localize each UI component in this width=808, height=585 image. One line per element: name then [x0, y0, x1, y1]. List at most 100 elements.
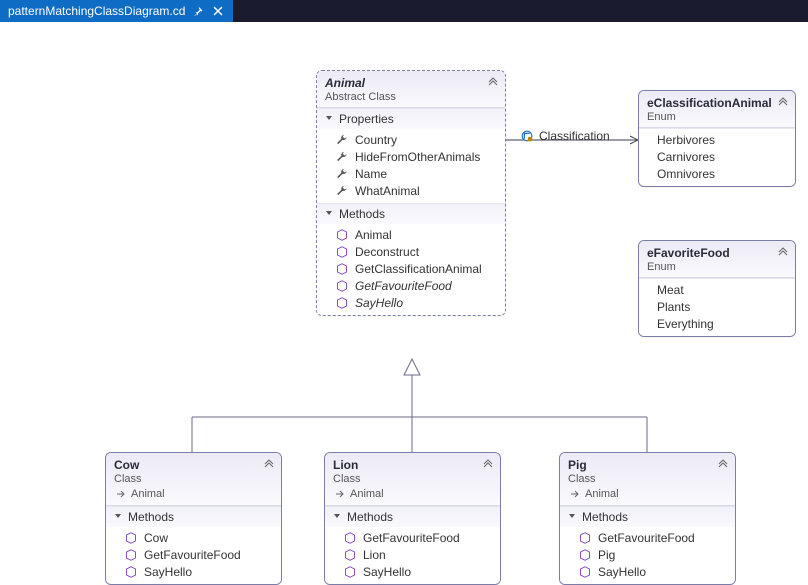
class-header: Animal Abstract Class [317, 71, 505, 108]
inherits-arrow-icon [333, 487, 347, 501]
method-icon [124, 548, 138, 562]
wrench-icon [335, 133, 349, 147]
section-values: Meat Plants Everything [639, 278, 795, 336]
collapse-icon[interactable] [480, 457, 496, 473]
list-item[interactable]: Cow [106, 529, 281, 546]
method-icon [578, 548, 592, 562]
class-subtitle: Enum [647, 261, 787, 273]
inherits-label: Animal [350, 488, 384, 500]
class-header: Lion Class Animal [325, 453, 500, 506]
class-lion[interactable]: Lion Class Animal Methods GetFavouriteFo… [324, 452, 501, 585]
association-text: Classification [539, 129, 610, 143]
list-item[interactable]: Animal [317, 226, 505, 243]
section-header[interactable]: Methods [560, 507, 735, 527]
method-icon [343, 531, 357, 545]
list-item[interactable]: Carnivores [639, 148, 795, 165]
list-item[interactable]: Pig [560, 546, 735, 563]
list-item[interactable]: Country [317, 131, 505, 148]
list-item[interactable]: Omnivores [639, 165, 795, 182]
section-header[interactable]: Methods [106, 507, 281, 527]
enum-eclassificationanimal[interactable]: eClassificationAnimal Enum Herbivores Ca… [638, 90, 796, 187]
class-header: Pig Class Animal [560, 453, 735, 506]
tab-filename: patternMatchingClassDiagram.cd [8, 4, 185, 18]
section-header[interactable]: Methods [325, 507, 500, 527]
class-title: Lion [333, 458, 492, 472]
triangle-down-icon [568, 512, 578, 522]
class-title: Pig [568, 458, 727, 472]
method-icon [335, 245, 349, 259]
method-icon [124, 531, 138, 545]
methods-list: Cow GetFavouriteFood SayHello [106, 527, 281, 584]
pin-icon[interactable] [191, 4, 205, 18]
section-methods: Methods GetFavouriteFood Lion SayHello [325, 506, 500, 584]
collapse-icon[interactable] [775, 245, 791, 261]
wrench-icon [335, 150, 349, 164]
list-item[interactable]: HideFromOtherAnimals [317, 148, 505, 165]
list-item[interactable]: Meat [639, 281, 795, 298]
list-item[interactable]: Lion [325, 546, 500, 563]
inherits-row: Animal [114, 487, 273, 501]
class-header: eClassificationAnimal Enum [639, 91, 795, 128]
collapse-icon[interactable] [261, 457, 277, 473]
inherits-label: Animal [131, 488, 165, 500]
class-cow[interactable]: Cow Class Animal Methods Cow GetFavourit… [105, 452, 282, 585]
list-item[interactable]: GetFavouriteFood [106, 546, 281, 563]
collapse-icon[interactable] [775, 95, 791, 111]
methods-list: GetFavouriteFood Lion SayHello [325, 527, 500, 584]
section-label: Methods [347, 510, 393, 524]
inherits-row: Animal [568, 487, 727, 501]
collapse-icon[interactable] [485, 75, 501, 91]
tab-bar: patternMatchingClassDiagram.cd [0, 0, 808, 22]
section-label: Methods [128, 510, 174, 524]
method-icon [335, 296, 349, 310]
class-title: Animal [325, 76, 497, 90]
class-animal[interactable]: Animal Abstract Class Properties Country… [316, 70, 506, 316]
section-label: Properties [339, 112, 394, 126]
list-item[interactable]: Deconstruct [317, 243, 505, 260]
methods-list: Animal Deconstruct GetClassificationAnim… [317, 224, 505, 315]
section-methods: Methods GetFavouriteFood Pig SayHello [560, 506, 735, 584]
class-subtitle: Enum [647, 111, 787, 123]
class-header: Cow Class Animal [106, 453, 281, 506]
wrench-icon [335, 184, 349, 198]
method-icon [578, 531, 592, 545]
list-item[interactable]: Plants [639, 298, 795, 315]
values-list: Herbivores Carnivores Omnivores [639, 129, 795, 186]
list-item[interactable]: GetFavouriteFood [317, 277, 505, 294]
close-icon[interactable] [211, 4, 225, 18]
method-icon [335, 279, 349, 293]
class-title: eClassificationAnimal [647, 96, 787, 110]
tab-active[interactable]: patternMatchingClassDiagram.cd [0, 0, 233, 22]
method-icon [335, 262, 349, 276]
inherits-arrow-icon [114, 487, 128, 501]
list-item[interactable]: SayHello [560, 563, 735, 580]
list-item[interactable]: SayHello [106, 563, 281, 580]
section-methods: Methods Animal Deconstruct GetClassifica… [317, 203, 505, 315]
list-item[interactable]: GetFavouriteFood [325, 529, 500, 546]
class-subtitle: Abstract Class [325, 91, 497, 103]
enum-efavoritefood[interactable]: eFavoriteFood Enum Meat Plants Everythin… [638, 240, 796, 337]
wrench-icon [335, 167, 349, 181]
class-title: eFavoriteFood [647, 246, 787, 260]
list-item[interactable]: Everything [639, 315, 795, 332]
diagram-canvas[interactable]: Classification Animal Abstract Class Pro… [0, 22, 808, 585]
list-item[interactable]: WhatAnimal [317, 182, 505, 199]
collapse-icon[interactable] [715, 457, 731, 473]
class-pig[interactable]: Pig Class Animal Methods GetFavouriteFoo… [559, 452, 736, 585]
method-icon [343, 565, 357, 579]
section-header[interactable]: Properties [317, 109, 505, 129]
properties-list: Country HideFromOtherAnimals Name WhatAn… [317, 129, 505, 203]
section-header[interactable]: Methods [317, 204, 505, 224]
list-item[interactable]: Herbivores [639, 131, 795, 148]
list-item[interactable]: Name [317, 165, 505, 182]
association-label: Classification [520, 129, 610, 143]
method-icon [124, 565, 138, 579]
list-item[interactable]: SayHello [325, 563, 500, 580]
list-item[interactable]: SayHello [317, 294, 505, 311]
method-icon [578, 565, 592, 579]
list-item[interactable]: GetFavouriteFood [560, 529, 735, 546]
triangle-down-icon [333, 512, 343, 522]
list-item[interactable]: GetClassificationAnimal [317, 260, 505, 277]
class-title: Cow [114, 458, 273, 472]
triangle-down-icon [325, 209, 335, 219]
